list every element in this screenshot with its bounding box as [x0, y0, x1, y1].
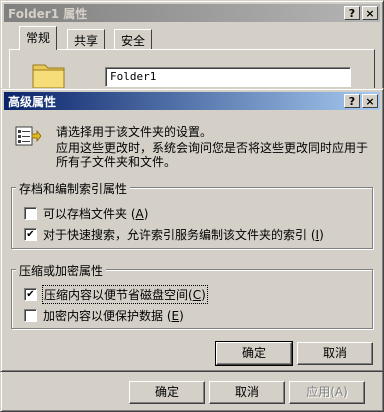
properties-ok-button[interactable]: 确定	[129, 381, 205, 404]
archive-index-group: 存档和编制索引属性 可以存档文件夹 (A) ✔ 对于快速搜索，允许索引服务编制该…	[11, 180, 373, 249]
compress-label: 压缩内容以便节省磁盘空间	[44, 288, 189, 302]
tab-sharing-label: 共享	[74, 34, 99, 48]
archive-checkbox[interactable]	[24, 207, 37, 220]
compress-group-title: 压缩或加密属性	[16, 262, 107, 279]
dialog-title: 高级属性	[8, 94, 57, 109]
archive-option-row[interactable]: 可以存档文件夹 (A)	[24, 205, 148, 222]
archive-access-key: A	[135, 206, 144, 221]
encrypt-label: 加密内容以便保护数据	[43, 309, 164, 323]
properties-titlebar[interactable]: Folder1 属性 ? ×	[4, 4, 380, 22]
dialog-intro-line-1: 请选择用于该文件夹的设置。	[56, 125, 213, 139]
dialog-ok-button[interactable]: 确定	[215, 341, 293, 366]
tab-general-label: 常规	[26, 31, 51, 45]
dialog-titlebar[interactable]: 高级属性 ? ×	[4, 92, 380, 110]
compress-label-focused: 压缩内容以便节省磁盘空间(C)	[42, 285, 208, 304]
dialog-close-button[interactable]: ×	[362, 94, 378, 108]
archive-group-title: 存档和编制索引属性	[16, 180, 131, 197]
tab-security[interactable]: 安全	[114, 29, 153, 49]
index-option-row[interactable]: ✔ 对于快速搜索，允许索引服务编制该文件夹的索引 (I)	[24, 226, 324, 243]
compress-access-key: C	[192, 288, 202, 302]
index-access-key: I	[315, 227, 320, 242]
compress-encrypt-group: 压缩或加密属性 ✔ 压缩内容以便节省磁盘空间(C) 加密内容以便保护数据 (E)	[11, 262, 373, 329]
tab-general[interactable]: 常规	[19, 26, 58, 50]
properties-title: Folder1 属性	[8, 6, 88, 21]
dialog-cancel-button[interactable]: 取消	[297, 342, 373, 365]
properties-apply-button[interactable]: 应用(A)	[289, 381, 365, 404]
encrypt-key-hint: (E)	[163, 308, 184, 323]
encrypt-checkbox[interactable]	[24, 309, 37, 322]
dialog-intro-line-3: 所有子文件夹和文件。	[56, 155, 177, 169]
encrypt-access-key: E	[171, 308, 180, 323]
help-button[interactable]: ?	[344, 6, 360, 20]
close-button[interactable]: ×	[362, 6, 378, 20]
archive-label: 可以存档文件夹	[43, 207, 128, 221]
index-checkbox[interactable]: ✔	[24, 228, 37, 241]
index-key-hint: (I)	[307, 227, 324, 242]
encrypt-option-row[interactable]: 加密内容以便保护数据 (E)	[24, 307, 184, 324]
compress-key-hint: (C)	[188, 288, 206, 302]
tab-security-label: 安全	[121, 34, 146, 48]
tab-sharing[interactable]: 共享	[67, 29, 106, 49]
folder-name-field[interactable]: Folder1	[105, 67, 351, 87]
index-label: 对于快速搜索，允许索引服务编制该文件夹的索引	[43, 228, 308, 242]
advanced-attributes-dialog: 高级属性 ? × 请选择用于该文件夹的设置。 应用这些更改时，系统会询问您是否将…	[0, 88, 384, 372]
archive-key-hint: (A)	[127, 206, 149, 221]
compress-checkbox[interactable]: ✔	[24, 288, 37, 301]
properties-cancel-button[interactable]: 取消	[209, 381, 285, 404]
properties-icon	[15, 125, 42, 150]
compress-option-row[interactable]: ✔ 压缩内容以便节省磁盘空间(C)	[24, 285, 208, 304]
dialog-help-button[interactable]: ?	[344, 94, 360, 108]
